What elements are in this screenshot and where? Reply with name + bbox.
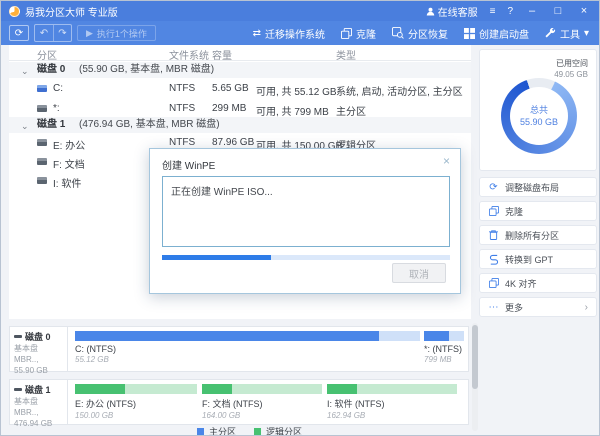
- col-filesystem: 文件系统: [169, 47, 209, 62]
- close-icon[interactable]: ×: [443, 155, 450, 167]
- table-row-star[interactable]: *: NTFS 299 MB 可用, 共 799 MB 主分区: [9, 100, 471, 117]
- clone-icon: [488, 206, 499, 216]
- clone-icon: [341, 28, 352, 39]
- online-support-button[interactable]: 在线客服: [426, 4, 478, 19]
- ellipsis-icon: ⋯: [488, 302, 499, 313]
- table-row-c[interactable]: C: NTFS 5.65 GB 可用, 共 55.12 GB 系统, 启动, 活…: [9, 80, 471, 97]
- delete-all-partitions-button[interactable]: 删除所有分区: [479, 225, 597, 245]
- disk0-label[interactable]: 磁盘 0 基本盘 MBR.., 55.90 GB: [10, 327, 68, 371]
- partition-legend: 主分区 逻辑分区: [197, 425, 302, 436]
- cancel-button[interactable]: 取消: [392, 263, 446, 283]
- logical-color-swatch: [254, 428, 261, 435]
- execute-operations-button[interactable]: ▶ 执行1个操作: [77, 25, 156, 41]
- adjust-layout-icon: ⟳: [488, 182, 499, 193]
- dialog-log-box: 正在创建 WinPE ISO...: [162, 176, 450, 247]
- disk1-map: 磁盘 1 基本盘 MBR.., 476.94 GB E: 办公 (NTFS) 1…: [9, 379, 469, 425]
- dialog-title: 创建 WinPE: [162, 157, 215, 172]
- col-partition: 分区: [37, 47, 57, 62]
- redo-button[interactable]: ↷: [53, 25, 71, 41]
- clone-button[interactable]: 克隆: [341, 26, 376, 41]
- undo-icon: ↶: [40, 28, 48, 39]
- chevron-down-icon[interactable]: ⌄: [21, 63, 29, 79]
- convert-to-gpt-button[interactable]: 转换到 GPT: [479, 249, 597, 269]
- disk0-partition-star[interactable]: *: (NTFS) 799 MB: [424, 331, 464, 364]
- partition-icon: [37, 105, 47, 112]
- chevron-down-icon: ▾: [584, 28, 589, 39]
- disk1-partition-i[interactable]: I: 软件 (NTFS) 162.94 GB: [327, 384, 457, 420]
- maximize-button[interactable]: □: [551, 1, 565, 21]
- disk-icon: [14, 335, 22, 338]
- disk1-partition-e[interactable]: E: 办公 (NTFS) 150.00 GB: [75, 384, 197, 420]
- col-type: 类型: [336, 47, 356, 62]
- help-icon[interactable]: ?: [507, 6, 513, 17]
- partition-icon: [37, 85, 47, 92]
- play-icon: ▶: [86, 28, 93, 39]
- disk0-partition-c[interactable]: C: (NTFS) 55.12 GB: [75, 331, 420, 364]
- table-header: 分区 文件系统 容量 类型: [9, 45, 471, 61]
- minimize-button[interactable]: –: [525, 1, 539, 21]
- close-button[interactable]: ×: [577, 1, 591, 21]
- partition-icon: [37, 177, 47, 184]
- used-space-label: 已用空间 49.05 GB: [554, 58, 588, 80]
- undo-button[interactable]: ↶: [35, 25, 53, 41]
- primary-color-swatch: [197, 428, 204, 435]
- tools-button[interactable]: 工具 ▾: [545, 26, 589, 41]
- disk1-label[interactable]: 磁盘 1 基本盘 MBR.., 476.94 GB: [10, 380, 68, 424]
- trash-icon: [488, 230, 499, 240]
- winpe-progress-bar: [162, 255, 450, 260]
- person-icon: [426, 7, 435, 16]
- create-winpe-dialog: 创建 WinPE × 正在创建 WinPE ISO... 取消: [149, 148, 461, 294]
- vertical-scrollbar[interactable]: [472, 323, 478, 431]
- migrate-icon: ⇄: [253, 28, 261, 39]
- partition-icon: [37, 139, 47, 146]
- adjust-disk-layout-button[interactable]: ⟳ 调整磁盘布局: [479, 177, 597, 197]
- 4k-align-button[interactable]: 4K 对齐: [479, 273, 597, 293]
- wrench-icon: [545, 28, 556, 39]
- scrollbar-thumb[interactable]: [472, 325, 478, 389]
- align-icon: [488, 278, 499, 288]
- disk0-map: 磁盘 0 基本盘 MBR.., 55.90 GB C: (NTFS) 55.12…: [9, 326, 469, 372]
- app-logo-icon: [9, 6, 20, 17]
- chevron-down-icon[interactable]: ⌄: [21, 118, 29, 134]
- redo-icon: ↷: [58, 28, 66, 39]
- app-title: 易我分区大师 专业版: [25, 4, 118, 19]
- disk-usage-panel: 已用空间 49.05 GB 总共 55.90 GB: [479, 49, 597, 171]
- convert-icon: [488, 254, 499, 265]
- more-button[interactable]: ⋯ 更多 ›: [479, 297, 597, 317]
- partition-recovery-button[interactable]: 分区恢复: [392, 26, 448, 41]
- col-capacity: 容量: [212, 47, 232, 62]
- chevron-right-icon: ›: [585, 302, 588, 313]
- refresh-icon: ⟳: [15, 28, 23, 39]
- migrate-os-button[interactable]: ⇄ 迁移操作系统: [253, 26, 325, 41]
- usage-total: 总共 55.90 GB: [501, 78, 577, 154]
- table-row-disk1[interactable]: ⌄ 磁盘 1 (476.94 GB, 基本盘, MBR 磁盘): [9, 117, 471, 133]
- table-row-disk0[interactable]: ⌄ 磁盘 0 (55.90 GB, 基本盘, MBR 磁盘): [9, 62, 471, 78]
- refresh-button[interactable]: ⟳: [9, 25, 29, 41]
- dialog-message: 正在创建 WinPE ISO...: [171, 187, 273, 198]
- partition-icon: [37, 158, 47, 165]
- title-bar: 易我分区大师 专业版 在线客服 ≡ ? – □ ×: [1, 1, 599, 21]
- legend-logical: 逻辑分区: [254, 425, 302, 436]
- app-window: 易我分区大师 专业版 在线客服 ≡ ? – □ × ⟳ ↶ ↷ ▶ 执行1个操作…: [0, 0, 600, 436]
- toolbar: ⟳ ↶ ↷ ▶ 执行1个操作 ⇄ 迁移操作系统 克隆 分区恢复 创建启: [1, 21, 599, 45]
- clone-disk-button[interactable]: 克隆: [479, 201, 597, 221]
- create-bootable-disk-button[interactable]: 创建启动盘: [464, 26, 529, 41]
- progress-fill: [162, 255, 271, 260]
- menu-icon[interactable]: ≡: [490, 6, 496, 17]
- legend-primary: 主分区: [197, 425, 236, 436]
- disk1-partition-f[interactable]: F: 文档 (NTFS) 164.00 GB: [202, 384, 322, 420]
- boot-disk-icon: [464, 28, 475, 39]
- recovery-icon: [392, 27, 404, 39]
- disk-icon: [14, 388, 22, 391]
